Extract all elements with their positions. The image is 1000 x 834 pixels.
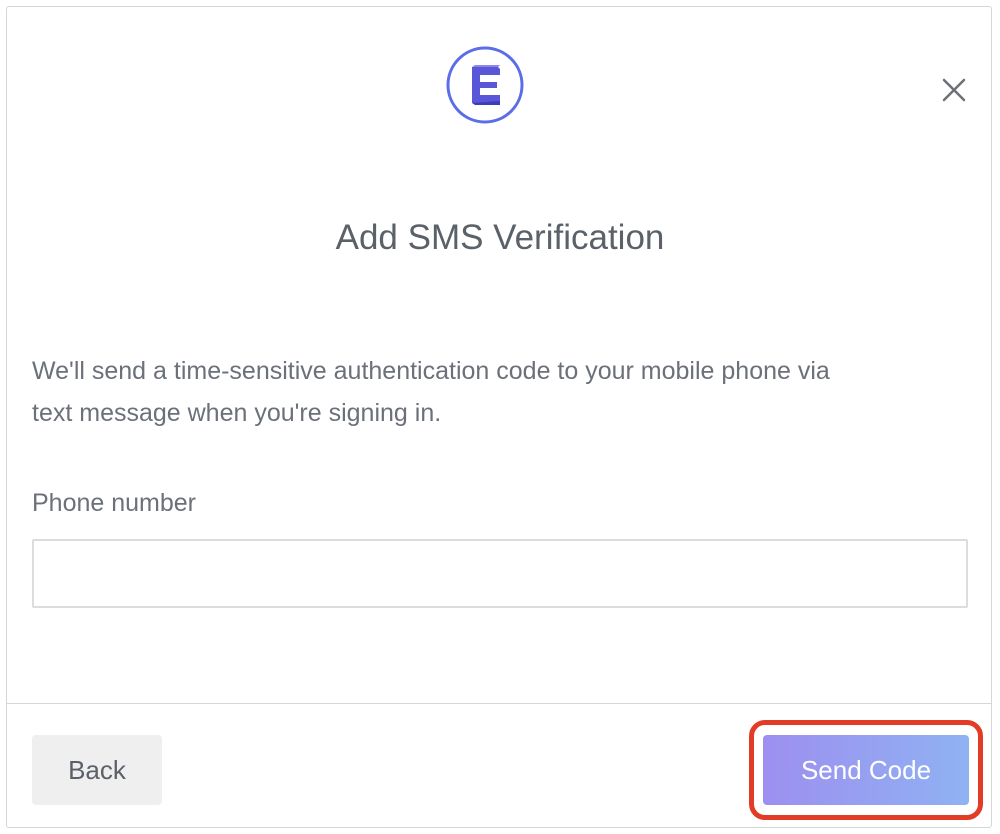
modal-description: We'll send a time-sensitive authenticati… [32,350,962,434]
description-line-1: We'll send a time-sensitive authenticati… [32,357,830,385]
sms-verification-modal: Add SMS Verification We'll send a time-s… [6,6,992,828]
send-code-button[interactable]: Send Code [763,735,969,805]
e-logo-icon [446,46,524,124]
modal-title: Add SMS Verification [335,218,665,257]
footer-divider [7,703,991,704]
close-button[interactable] [937,73,971,107]
back-button[interactable]: Back [32,735,162,805]
close-icon [942,78,966,102]
description-line-2: text message when you're signing in. [32,399,442,427]
phone-number-input[interactable] [32,539,968,608]
phone-number-label: Phone number [32,489,197,517]
